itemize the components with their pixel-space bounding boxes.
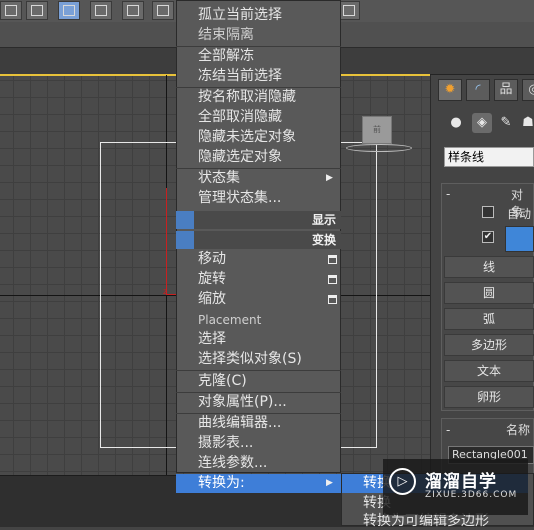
rollout-collapse-icon[interactable]: -	[446, 187, 450, 201]
select-item[interactable]: 选择	[198, 330, 226, 348]
gizmo-axis-x	[166, 294, 176, 295]
hide-unselected-item[interactable]: 隐藏未选定对象	[198, 128, 296, 146]
settings-box-icon[interactable]	[328, 275, 337, 284]
toolbar-button[interactable]	[26, 1, 48, 20]
display-section-label: 显示	[311, 213, 336, 227]
rollout-collapse-icon[interactable]: -	[446, 423, 450, 437]
menu-separator	[176, 370, 341, 371]
line-button[interactable]: 线	[444, 256, 534, 278]
freeze-selection-item[interactable]: 冻结当前选择	[198, 67, 282, 85]
hide-selection-item[interactable]: 隐藏选定对象	[198, 148, 282, 166]
move-item[interactable]: 移动	[198, 250, 226, 268]
viewcube-face-label: 前	[373, 125, 381, 134]
egg-button[interactable]: 卵形	[444, 386, 534, 408]
ngon-button[interactable]: 多边形	[444, 334, 534, 356]
lights-icon[interactable]: ✎	[496, 113, 516, 133]
watermark-url: ZIXUE.3D66.COM	[425, 490, 518, 500]
arc-button[interactable]: 弧	[444, 308, 534, 330]
section-accent	[176, 231, 194, 249]
modify-tab-icon[interactable]: ◜	[466, 79, 490, 101]
wire-parameters-item[interactable]: 连线参数...	[198, 454, 267, 472]
gizmo-z-label: z	[163, 287, 168, 296]
category-dropdown[interactable]: 样条线	[444, 147, 534, 167]
color-swatch[interactable]	[505, 226, 534, 252]
auto-grid-label: 自动	[507, 207, 532, 221]
placement-item[interactable]: Placement	[198, 311, 261, 329]
geometry-icon[interactable]: ●	[446, 113, 466, 133]
state-sets-item[interactable]: 状态集	[198, 169, 240, 187]
hierarchy-tab-icon[interactable]: 品	[494, 79, 518, 101]
curve-editor-item[interactable]: 曲线编辑器...	[198, 414, 281, 432]
settings-box-icon[interactable]	[328, 255, 337, 264]
unhide-all-item[interactable]: 全部取消隐藏	[198, 108, 282, 126]
name-color-title: 名称	[506, 423, 531, 437]
unhide-by-name-item[interactable]: 按名称取消隐藏	[198, 88, 296, 106]
submenu-arrow-icon: ▶	[326, 173, 333, 183]
toolbar-button[interactable]	[0, 1, 22, 20]
convert-to-item[interactable]: 转换为:	[198, 474, 245, 492]
select-similar-item[interactable]: 选择类似对象(S)	[198, 350, 302, 368]
circle-button[interactable]: 圆	[444, 282, 534, 304]
unfreeze-all-item[interactable]: 全部解冻	[198, 47, 254, 65]
cameras-icon[interactable]: ☗	[518, 113, 534, 133]
dope-sheet-item[interactable]: 摄影表...	[198, 434, 253, 452]
transform-section-label: 变换	[311, 233, 336, 247]
rotate-item[interactable]: 旋转	[198, 270, 226, 288]
auto-grid-checkbox[interactable]	[482, 206, 494, 218]
viewcube-ring[interactable]	[346, 144, 412, 152]
settings-box-icon[interactable]	[328, 295, 337, 304]
text-button[interactable]: 文本	[444, 360, 534, 382]
scale-item[interactable]: 缩放	[198, 290, 226, 308]
isolate-selection-item[interactable]: 孤立当前选择	[198, 6, 282, 24]
toolbar-button[interactable]	[338, 1, 360, 20]
object-properties-item[interactable]: 对象属性(P)...	[198, 393, 287, 411]
shapes-icon[interactable]: ◈	[472, 113, 492, 133]
submenu-arrow-icon: ▶	[326, 478, 333, 488]
toolbar-button[interactable]	[122, 1, 144, 20]
toolbar-button[interactable]	[90, 1, 112, 20]
gizmo-axis-y	[166, 188, 167, 295]
toolbar-button[interactable]	[152, 1, 174, 20]
create-tab-icon[interactable]: ✹	[438, 79, 462, 101]
motion-tab-icon[interactable]: ◎	[522, 79, 534, 101]
check-icon: ✔	[483, 231, 493, 242]
toolbar-button-active[interactable]	[58, 1, 80, 20]
manage-state-sets-item[interactable]: 管理状态集...	[198, 189, 281, 207]
watermark-title: 溜溜自学	[425, 472, 497, 492]
section-accent	[176, 211, 194, 229]
watermark-play-icon: ▷	[389, 468, 416, 495]
clone-item[interactable]: 克隆(C)	[198, 372, 247, 390]
end-isolate-item[interactable]: 结束隔离	[198, 26, 254, 44]
